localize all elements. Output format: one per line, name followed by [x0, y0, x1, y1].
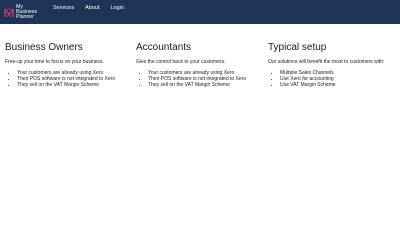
nav-links: Services About Login	[53, 0, 135, 24]
list-item: They sell on the VAT Margin Scheme	[148, 82, 262, 88]
list-item: They sell on the VAT Margin Scheme	[17, 82, 131, 88]
business-owners-column: Business Owners Free-up your time to foc…	[5, 42, 131, 89]
column-bullet-list: Your customers are already using Xero Th…	[5, 70, 131, 89]
logo-icon	[4, 8, 14, 17]
column-bullet-list: Multiple Sales Channels Use Xero for acc…	[268, 70, 394, 89]
column-heading: Typical setup	[268, 42, 327, 53]
list-item: Use VAT Margin Scheme	[280, 82, 394, 88]
brand-name-line3: Planner	[16, 14, 34, 21]
column-intro: Give the control back to your customers.	[136, 59, 226, 65]
brand-logo[interactable]: My Business Planner	[4, 3, 48, 22]
column-heading: Accountants	[136, 42, 192, 53]
accountants-column: Accountants Give the control back to you…	[136, 42, 262, 89]
nav-link-services[interactable]: Services	[53, 5, 74, 11]
top-navbar: My Business Planner Services About Login	[0, 0, 400, 24]
nav-link-about[interactable]: About	[85, 5, 99, 11]
column-bullet-list: Your customers are already using Xero Th…	[136, 70, 262, 89]
typical-setup-column: Typical setup Our solutions will benefit…	[268, 42, 394, 89]
brand-name: My Business Planner	[16, 4, 37, 21]
nav-link-login[interactable]: Login	[110, 5, 123, 11]
column-heading: Business Owners	[5, 42, 83, 53]
column-intro: Free-up your time to focus on your busin…	[5, 59, 104, 65]
column-intro: Our solutions will benefit the most to c…	[268, 59, 385, 65]
